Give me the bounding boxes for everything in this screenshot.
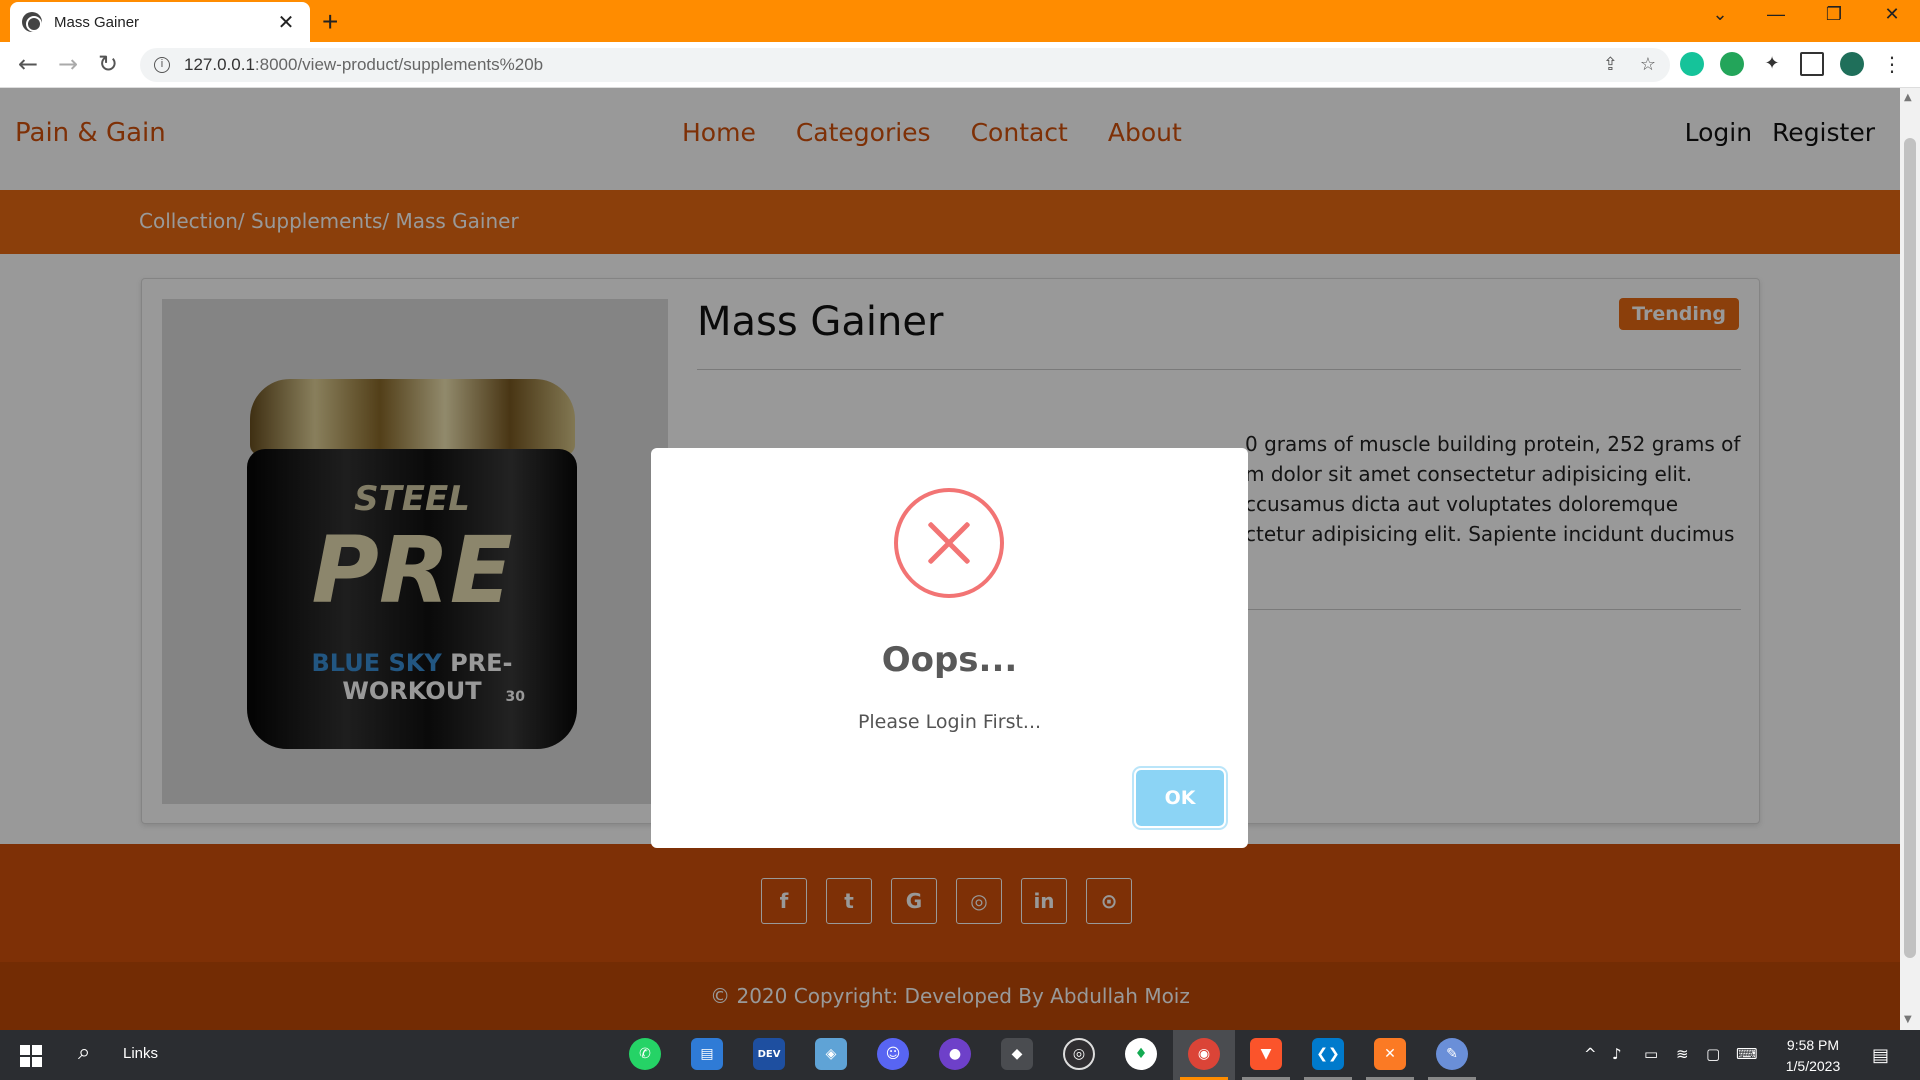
alert-modal: Oops... Please Login First... OK xyxy=(651,448,1248,848)
volume-icon[interactable]: ♪ xyxy=(1612,1045,1622,1063)
browser-tab-bar: Mass Gainer ✕ + ⌄ — ❐ ✕ xyxy=(0,0,1920,42)
side-panel-icon[interactable] xyxy=(1800,52,1824,76)
tray-chevron-icon[interactable]: ^ xyxy=(1584,1045,1597,1063)
paint-icon[interactable]: ✎ xyxy=(1436,1038,1468,1070)
scroll-up-icon[interactable]: ▲ xyxy=(1904,92,1912,103)
error-x-icon xyxy=(894,488,1004,598)
github-desktop-icon[interactable]: ● xyxy=(939,1038,971,1070)
chrome-icon[interactable]: ◉ xyxy=(1188,1038,1220,1070)
file-explorer-icon[interactable]: ▤ xyxy=(691,1038,723,1070)
discord-icon[interactable]: ☺ xyxy=(877,1038,909,1070)
address-toolbar: ← → ↻ i 127.0.0.1:8000/view-product/supp… xyxy=(0,42,1920,88)
back-button[interactable]: ← xyxy=(12,50,44,78)
mongodb-icon[interactable]: ♦ xyxy=(1125,1038,1157,1070)
new-tab-button[interactable]: + xyxy=(322,6,338,38)
vscode-icon[interactable]: ❮❯ xyxy=(1312,1038,1344,1070)
restore-button[interactable]: ❐ xyxy=(1814,4,1854,25)
minimize-button[interactable]: — xyxy=(1756,4,1796,25)
device-icon[interactable]: ▢ xyxy=(1706,1045,1720,1063)
scroll-down-icon[interactable]: ▼ xyxy=(1904,1014,1912,1025)
share-icon[interactable]: ⇪ xyxy=(1603,54,1618,75)
tab-title: Mass Gainer xyxy=(54,13,140,31)
battery-icon[interactable]: ▭ xyxy=(1644,1045,1658,1063)
obs-icon[interactable]: ◎ xyxy=(1063,1038,1095,1070)
browser-tab[interactable]: Mass Gainer ✕ xyxy=(10,2,310,42)
clock-time: 9:58 PM xyxy=(1786,1037,1840,1053)
g-extension-icon[interactable] xyxy=(1720,52,1744,76)
virtualbox-icon[interactable]: ◈ xyxy=(815,1038,847,1070)
reload-button[interactable]: ↻ xyxy=(92,50,124,78)
wifi-icon[interactable]: ≋ xyxy=(1676,1045,1689,1063)
brave-icon[interactable]: ▼ xyxy=(1250,1038,1282,1070)
page-scrollbar[interactable]: ▲ ▼ xyxy=(1900,88,1920,1030)
grammarly-extension-icon[interactable] xyxy=(1680,52,1704,76)
tab-search-chevron-icon[interactable]: ⌄ xyxy=(1700,4,1740,25)
web-page: Pain & Gain Home Categories Contact Abou… xyxy=(0,88,1900,1030)
devcx-icon[interactable]: DEV xyxy=(753,1038,785,1070)
git-icon[interactable]: ◆ xyxy=(1001,1038,1033,1070)
taskbar-clock[interactable]: 9:58 PM 1/5/2023 xyxy=(1778,1035,1848,1077)
tab-close-icon[interactable]: ✕ xyxy=(274,10,298,34)
forward-button[interactable]: → xyxy=(52,50,84,78)
ok-button[interactable]: OK xyxy=(1136,770,1224,826)
profile-avatar[interactable] xyxy=(1840,52,1864,76)
address-bar[interactable]: i 127.0.0.1:8000/view-product/supplement… xyxy=(140,48,1670,82)
notifications-icon[interactable]: ▤ xyxy=(1872,1045,1889,1066)
browser-menu-icon[interactable]: ⋮ xyxy=(1880,52,1904,76)
extensions-puzzle-icon[interactable]: ✦ xyxy=(1760,52,1784,76)
scrollbar-thumb[interactable] xyxy=(1904,138,1916,958)
bookmark-star-icon[interactable]: ☆ xyxy=(1640,54,1656,75)
windows-taskbar: ⌕ Links ✆ ▤ DEV ◈ ☺ ● ◆ ◎ ♦ ◉ ▼ ❮❯ ✕ ✎ ^… xyxy=(0,1030,1920,1080)
whatsapp-icon[interactable]: ✆ xyxy=(629,1038,661,1070)
site-info-icon[interactable]: i xyxy=(154,57,170,73)
modal-message: Please Login First... xyxy=(857,711,1042,733)
search-icon[interactable]: ⌕ xyxy=(78,1040,90,1065)
xampp-icon[interactable]: ✕ xyxy=(1374,1038,1406,1070)
windows-start-icon[interactable] xyxy=(20,1045,42,1067)
clock-date: 1/5/2023 xyxy=(1785,1058,1841,1074)
globe-icon xyxy=(22,12,42,32)
url-text: 127.0.0.1:8000/view-product/supplements%… xyxy=(184,55,544,74)
taskbar-search-label[interactable]: Links xyxy=(123,1045,158,1062)
modal-title: Oops... xyxy=(881,640,1018,680)
keyboard-icon[interactable]: ⌨ xyxy=(1736,1045,1758,1063)
close-window-button[interactable]: ✕ xyxy=(1872,4,1912,25)
